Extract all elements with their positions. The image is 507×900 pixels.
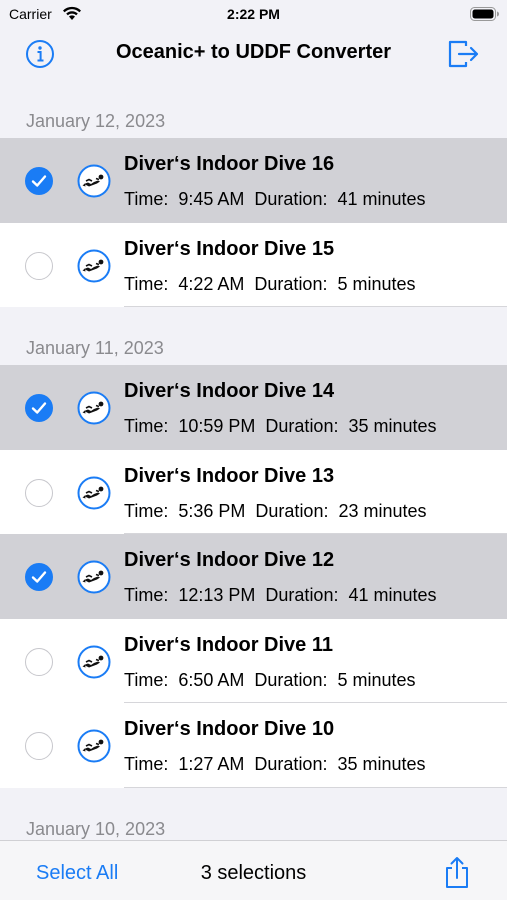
time-value: 12:13 PM <box>178 585 256 605</box>
diver-icon <box>77 645 111 678</box>
duration-value: 41 minutes <box>337 189 426 209</box>
share-icon[interactable] <box>442 856 472 890</box>
diver-icon <box>77 560 111 594</box>
diver-icon <box>77 729 111 763</box>
dive-row[interactable]: Diver‘s Indoor Dive 16 Time: 9:45 AM Dur… <box>0 138 507 223</box>
dive-title: Diver‘s Indoor Dive 10 <box>124 718 335 740</box>
time-label: Time: <box>124 754 169 774</box>
page-title: Oceanic+ to UDDF Converter <box>115 41 392 63</box>
selection-checkbox[interactable] <box>25 167 53 195</box>
dive-details: Time: 6:50 AM Duration: 5 minutes <box>124 670 416 691</box>
dive-list[interactable]: January 12, 2023 Diver‘s Indoor Dive 16 … <box>0 100 507 846</box>
diver-icon <box>77 476 111 509</box>
dive-details: Time: 1:27 AM Duration: 35 minutes <box>124 754 426 775</box>
dive-title: Diver‘s Indoor Dive 13 <box>124 464 335 487</box>
time-label: Time: <box>124 189 169 209</box>
dive-row[interactable]: Diver‘s Indoor Dive 14 Time: 10:59 PM Du… <box>0 365 507 450</box>
section-dives: Diver‘s Indoor Dive 16 Time: 9:45 AM Dur… <box>0 138 507 307</box>
duration-value: 41 minutes <box>348 585 437 605</box>
duration-label: Duration: <box>254 273 328 294</box>
time-value: 1:27 AM <box>178 754 245 774</box>
duration-value: 5 minutes <box>337 669 416 690</box>
dive-title: Diver‘s Indoor Dive 11 <box>124 633 333 656</box>
clock: 2:22 PM <box>227 6 280 22</box>
selection-checkbox[interactable] <box>25 394 53 422</box>
time-value: 4:22 AM <box>178 273 245 294</box>
time-label: Time: <box>124 500 169 521</box>
duration-label: Duration: <box>265 416 339 436</box>
dive-row[interactable]: Diver‘s Indoor Dive 11 Time: 6:50 AM Dur… <box>0 618 507 703</box>
section-dives: Diver‘s Indoor Dive 14 Time: 10:59 PM Du… <box>0 365 507 788</box>
dive-row[interactable]: Diver‘s Indoor Dive 10 Time: 1:27 AM Dur… <box>0 703 507 788</box>
dive-title: Diver‘s Indoor Dive 15 <box>124 237 335 260</box>
selection-checkbox[interactable] <box>25 647 53 676</box>
time-label: Time: <box>124 416 169 436</box>
dive-row[interactable]: Diver‘s Indoor Dive 12 Time: 12:13 PM Du… <box>0 534 507 619</box>
selection-checkbox[interactable] <box>25 563 53 591</box>
selection-checkbox[interactable] <box>25 732 53 760</box>
duration-label: Duration: <box>254 669 328 690</box>
selection-count: 3 selections <box>200 862 307 884</box>
dive-title: Diver‘s Indoor Dive 14 <box>124 380 335 402</box>
dive-title: Diver‘s Indoor Dive 12 <box>124 549 335 571</box>
time-value: 10:59 PM <box>178 416 256 436</box>
diver-icon <box>77 164 111 198</box>
dive-title: Diver‘s Indoor Dive 16 <box>124 153 335 175</box>
time-label: Time: <box>124 273 169 294</box>
duration-value: 35 minutes <box>337 754 426 774</box>
duration-label: Duration: <box>255 500 329 521</box>
duration-label: Duration: <box>254 754 328 774</box>
time-label: Time: <box>124 585 169 605</box>
duration-value: 5 minutes <box>337 273 416 294</box>
dive-row[interactable]: Diver‘s Indoor Dive 13 Time: 5:36 PM Dur… <box>0 449 507 534</box>
duration-label: Duration: <box>265 585 339 605</box>
duration-label: Duration: <box>254 189 328 209</box>
time-value: 9:45 AM <box>178 189 245 209</box>
selection-checkbox[interactable] <box>25 478 53 507</box>
row-divider <box>124 306 507 307</box>
battery-icon <box>470 7 499 21</box>
diver-icon <box>77 391 111 425</box>
dive-details: Time: 4:22 AM Duration: 5 minutes <box>124 274 416 295</box>
dive-details: Time: 9:45 AM Duration: 41 minutes <box>124 189 426 210</box>
dive-details: Time: 10:59 PM Duration: 35 minutes <box>124 416 437 437</box>
selection-checkbox[interactable] <box>25 251 53 280</box>
dive-row[interactable]: Diver‘s Indoor Dive 15 Time: 4:22 AM Dur… <box>0 222 507 307</box>
bottom-toolbar: Select All 3 selections <box>0 840 507 900</box>
time-value: 5:36 PM <box>178 500 246 521</box>
time-label: Time: <box>124 669 169 690</box>
time-value: 6:50 AM <box>178 669 245 690</box>
diver-icon <box>77 249 111 282</box>
logout-icon[interactable] <box>446 37 480 71</box>
row-divider <box>124 786 507 788</box>
status-bar: Carrier 2:22 PM <box>0 0 507 28</box>
section-header: January 11, 2023 <box>26 338 164 358</box>
duration-value: 35 minutes <box>348 416 437 436</box>
navigation-bar: Oceanic+ to UDDF Converter <box>0 28 507 80</box>
duration-value: 23 minutes <box>338 500 427 521</box>
dive-details: Time: 5:36 PM Duration: 23 minutes <box>124 501 427 522</box>
section-header: January 12, 2023 <box>26 111 166 131</box>
dive-details: Time: 12:13 PM Duration: 41 minutes <box>124 585 437 606</box>
